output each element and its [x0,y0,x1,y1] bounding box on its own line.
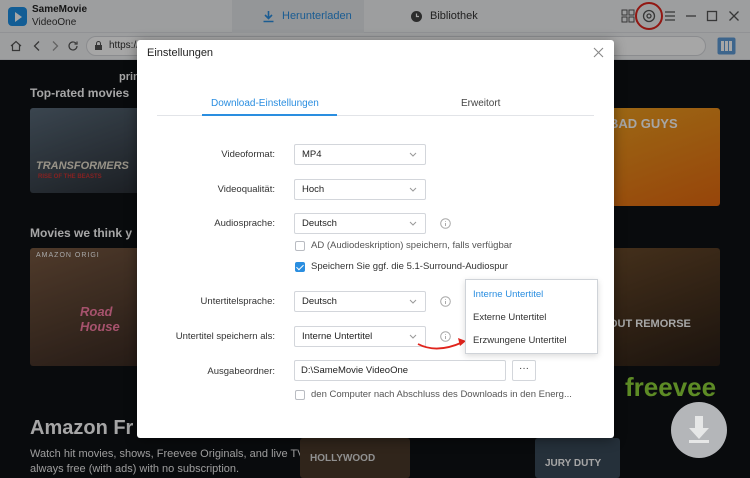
video-quality-value: Hoch [302,184,325,195]
shutdown-checkbox[interactable] [295,390,305,400]
settings-tabs: Download-Einstellungen Erweitort [157,92,594,116]
surround-checkbox[interactable] [295,262,305,272]
annotation-arrow [417,338,466,350]
dropdown-option-external[interactable]: Externe Untertitel [473,312,546,323]
dropdown-option-forced[interactable]: Erzwungene Untertitel [473,335,566,346]
subtitle-language-label: Untertitelsprache: [200,296,275,307]
surround-checkbox-label: Speichern Sie ggf. die 5.1-Surround-Audi… [311,261,508,272]
output-folder-input[interactable]: D:\SameMovie VideoOne [294,360,506,381]
video-quality-label: Videoqualität: [217,184,275,195]
subtitle-save-value: Interne Untertitel [302,331,373,342]
chevron-down-icon [409,299,417,304]
audio-language-select[interactable]: Deutsch [294,213,426,234]
video-format-select[interactable]: MP4 [294,144,426,165]
settings-dialog: Einstellungen Download-Einstellungen Erw… [137,40,614,438]
chevron-down-icon [409,221,417,226]
info-icon[interactable] [440,296,451,307]
active-tab-indicator [202,114,337,116]
info-icon[interactable] [440,218,451,229]
chevron-down-icon [409,152,417,157]
close-icon[interactable] [593,47,604,58]
download-arrow-icon [689,416,709,443]
tab-download-settings[interactable]: Download-Einstellungen [211,98,319,109]
audio-language-label: Audiosprache: [214,218,275,229]
subtitle-save-label: Untertitel speichern als: [175,331,275,342]
output-folder-label: Ausgabeordner: [207,366,275,377]
subtitle-language-value: Deutsch [302,296,337,307]
browse-folder-button[interactable]: ··· [512,360,536,381]
subtitle-language-select[interactable]: Deutsch [294,291,426,312]
dropdown-option-internal[interactable]: Interne Untertitel [473,289,543,300]
dialog-title: Einstellungen [147,47,214,59]
video-quality-select[interactable]: Hoch [294,179,426,200]
video-format-label: Videoformat: [221,149,275,160]
video-format-value: MP4 [302,149,322,160]
subtitle-save-select[interactable]: Interne Untertitel [294,326,426,347]
ad-checkbox[interactable] [295,241,305,251]
audio-language-value: Deutsch [302,218,337,229]
ad-checkbox-label: AD (Audiodeskription) speichern, falls v… [311,240,513,251]
chevron-down-icon [409,187,417,192]
tab-advanced[interactable]: Erweitort [461,98,500,109]
shutdown-checkbox-label: den Computer nach Abschluss des Download… [311,389,572,400]
subtitle-dropdown-menu: Interne Untertitel Externe Untertitel Er… [465,279,598,354]
app-window: prime Top-rated movies TRANSFORMERS RISE… [0,0,750,478]
download-fab[interactable] [671,402,727,458]
